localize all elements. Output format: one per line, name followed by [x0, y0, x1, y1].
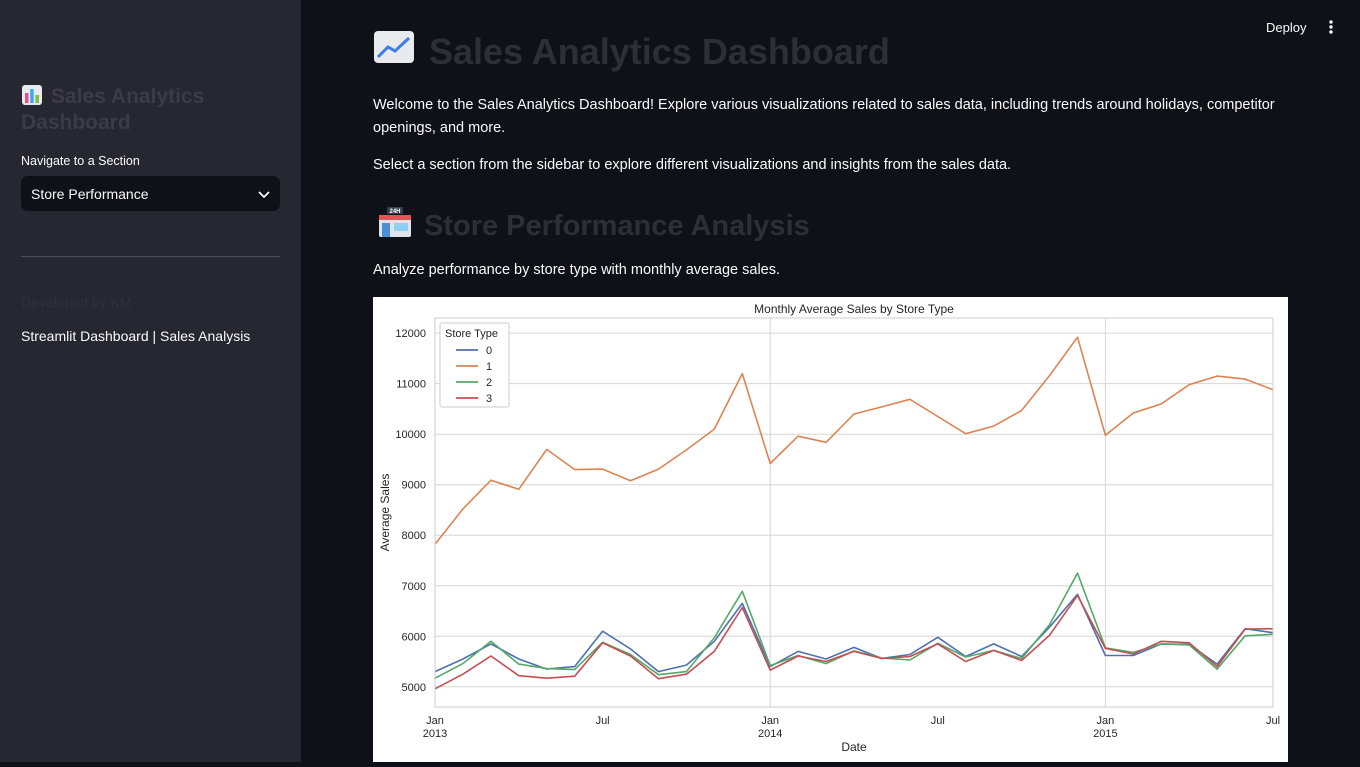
- legend-label: 0: [486, 345, 492, 357]
- legend-label: 3: [486, 393, 492, 405]
- y-tick-label: 12000: [395, 328, 426, 340]
- x-tick-label: Jul: [1266, 715, 1280, 727]
- section-title-text: Store Performance Analysis: [424, 209, 810, 242]
- chart-title: Monthly Average Sales by Store Type: [754, 302, 954, 316]
- x-tick-label: Jan: [426, 715, 444, 727]
- x-tick-label: Jul: [931, 715, 945, 727]
- x-tick-year-label: 2014: [758, 728, 782, 740]
- x-tick-label: Jan: [1097, 715, 1115, 727]
- chevron-down-icon: [258, 186, 270, 202]
- section-select[interactable]: Store Performance: [21, 176, 280, 211]
- y-tick-label: 11000: [396, 379, 426, 391]
- series-line-3: [434, 594, 1274, 690]
- series-line-2: [434, 572, 1274, 679]
- welcome-text: Welcome to the Sales Analytics Dashboard…: [373, 97, 1275, 136]
- nav-label: Navigate to a Section: [21, 154, 140, 168]
- section-title: 24H Store Performance Analysis: [378, 206, 810, 246]
- page-title-text: Sales Analytics Dashboard: [429, 30, 890, 72]
- section-select-value: Store Performance: [31, 185, 149, 202]
- x-tick-label: Jan: [761, 715, 779, 727]
- y-tick-label: 9000: [402, 480, 426, 492]
- more-menu-icon[interactable]: [1323, 18, 1339, 38]
- footer-text: Streamlit Dashboard | Sales Analysis: [21, 328, 251, 344]
- page-title: Sales Analytics Dashboard: [373, 30, 890, 73]
- bar-chart-icon: [21, 84, 43, 106]
- x-tick-year-label: 2013: [423, 728, 447, 740]
- trend-chart-icon: [373, 30, 415, 73]
- y-tick-label: 10000: [395, 429, 426, 441]
- instruction-text: Select a section from the sidebar to exp…: [373, 157, 1012, 173]
- y-tick-label: 7000: [402, 581, 426, 593]
- x-tick-label: Jul: [596, 715, 610, 727]
- sidebar-divider: [21, 256, 280, 257]
- y-tick-label: 6000: [402, 631, 426, 643]
- legend-title: Store Type: [445, 328, 498, 340]
- svg-text:24H: 24H: [389, 209, 400, 215]
- series-line-0: [434, 593, 1274, 673]
- y-tick-label: 5000: [402, 682, 426, 694]
- sidebar-title: Sales Analytics Dashboard: [21, 84, 271, 136]
- x-tick-year-label: 2015: [1093, 728, 1117, 740]
- chart-svg: 50006000700080009000100001100012000Jan20…: [378, 302, 1280, 754]
- sidebar-title-text: Sales Analytics Dashboard: [21, 85, 205, 134]
- series-line-1: [434, 336, 1274, 545]
- chart-legend: Store Type 0 1 2 3: [439, 322, 510, 408]
- sidebar: Sales Analytics Dashboard Navigate to a …: [0, 0, 301, 762]
- y-tick-label: 8000: [402, 530, 426, 542]
- x-axis-label: Date: [841, 740, 867, 754]
- developer-text: Developed by KM: [21, 294, 132, 310]
- legend-label: 2: [486, 377, 492, 389]
- deploy-button[interactable]: Deploy: [1262, 18, 1310, 37]
- sales-line-chart: 5000 6000 7000 8000 9000 10000 11000 12000 Jan 20…: [373, 297, 1288, 762]
- section-description: Analyze performance by store type with m…: [373, 262, 781, 278]
- legend-label: 1: [486, 361, 492, 373]
- store-icon: 24H: [378, 206, 412, 246]
- y-axis-label: Average Sales: [378, 474, 392, 552]
